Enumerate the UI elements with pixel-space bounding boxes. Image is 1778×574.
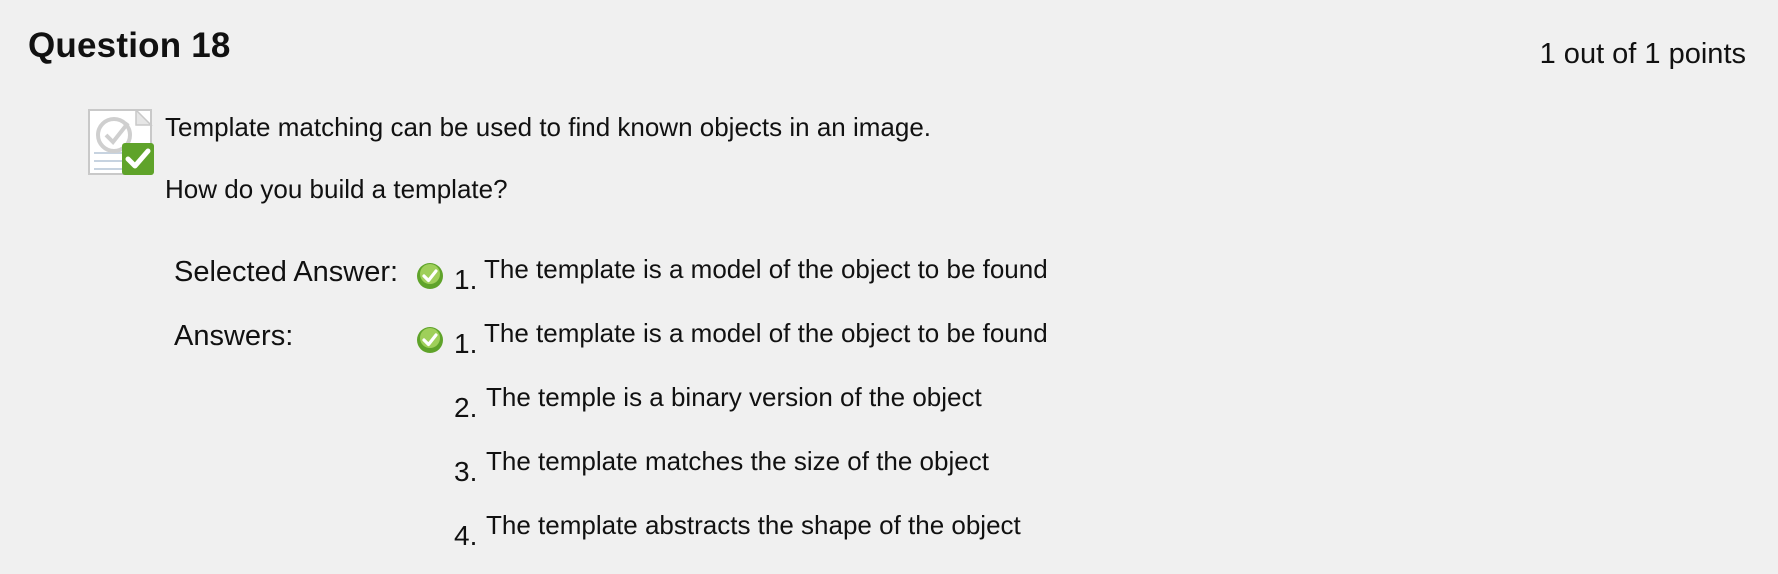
answer-text: The template matches the size of the obj…	[486, 446, 989, 476]
answer-option-3: 3. The template matches the size of the …	[416, 446, 1216, 487]
correct-check-icon	[416, 262, 444, 290]
answer-option-2: 2. The temple is a binary version of the…	[416, 382, 1216, 423]
answer-number: 2.	[454, 392, 478, 423]
question-text-line-2: How do you build a template?	[165, 174, 508, 204]
answer-text: The template abstracts the shape of the …	[486, 510, 1021, 540]
answer-option-4: 4. The template abstracts the shape of t…	[416, 510, 1216, 551]
selected-answer-text: The template is a model of the object to…	[484, 254, 1048, 284]
correct-check-icon	[416, 326, 444, 354]
answer-text: The template is a model of the object to…	[484, 318, 1048, 348]
selected-answer-row: 1. The template is a model of the object…	[416, 254, 1216, 295]
answers-label: Answers:	[174, 320, 294, 352]
question-correct-status-icon	[88, 108, 156, 179]
question-text-line-1: Template matching can be used to find kn…	[165, 112, 932, 142]
question-points: 1 out of 1 points	[1539, 38, 1746, 70]
question-title: Question 18	[28, 26, 231, 65]
answer-option-1: 1. The template is a model of the object…	[416, 318, 1216, 359]
selected-answer-label: Selected Answer:	[174, 256, 399, 288]
answer-number: 3.	[454, 456, 478, 487]
answer-number: 1.	[454, 328, 478, 359]
answer-text: The temple is a binary version of the ob…	[486, 382, 982, 412]
selected-answer-number: 1.	[454, 264, 478, 295]
answer-number: 4.	[454, 520, 478, 551]
